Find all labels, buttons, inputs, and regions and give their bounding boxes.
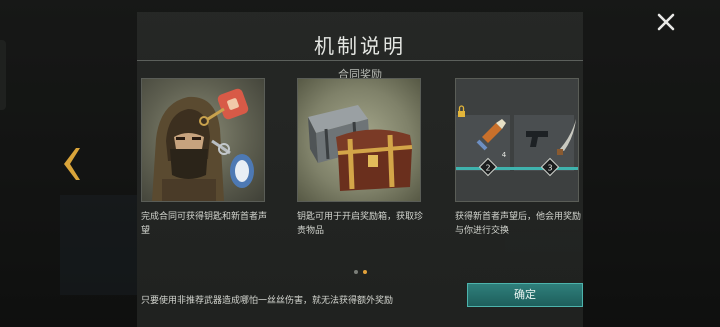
mechanism-info-dialog: 机制说明 合同奖励 完成合同可获得钥匙和新首者声望 钥匙可用于开启奖励箱，获取珍… <box>137 12 583 327</box>
reward-card-3-description: 获得新首者声望后，他会用奖励与你进行交换 <box>455 212 582 236</box>
title-divider <box>137 60 583 61</box>
reward-card-2-description: 钥匙可用于开启奖励箱，获取珍贵物品 <box>297 212 424 236</box>
gold-chest-icon <box>336 129 413 191</box>
key-tag-icon <box>211 139 254 188</box>
slot-badge-3: 3 <box>547 164 552 173</box>
confirm-button[interactable]: 确定 <box>467 283 583 307</box>
page-dot-2-active[interactable] <box>363 270 367 274</box>
page-indicator <box>137 270 583 276</box>
reward-card-1 <box>141 78 265 202</box>
slot-badges: 2 3 4 <box>478 151 560 177</box>
slot-badge-2: 2 <box>485 164 490 173</box>
slot-count: 4 <box>502 151 507 159</box>
close-button[interactable] <box>652 8 680 36</box>
previous-page-button[interactable] <box>58 146 82 182</box>
reward-card-3: 2 3 4 <box>455 78 579 202</box>
reward-card-2 <box>297 78 421 202</box>
footer-note: 只要使用非推荐武器造成哪怕一丝丝伤害，就无法获得额外奖励 <box>141 296 394 306</box>
page-dot-1[interactable] <box>354 270 358 274</box>
dialog-title: 机制说明 <box>314 34 406 58</box>
chevron-left-icon <box>64 148 80 180</box>
reward-card-1-description: 完成合同可获得钥匙和新首者声望 <box>141 212 268 236</box>
close-icon <box>657 13 675 31</box>
